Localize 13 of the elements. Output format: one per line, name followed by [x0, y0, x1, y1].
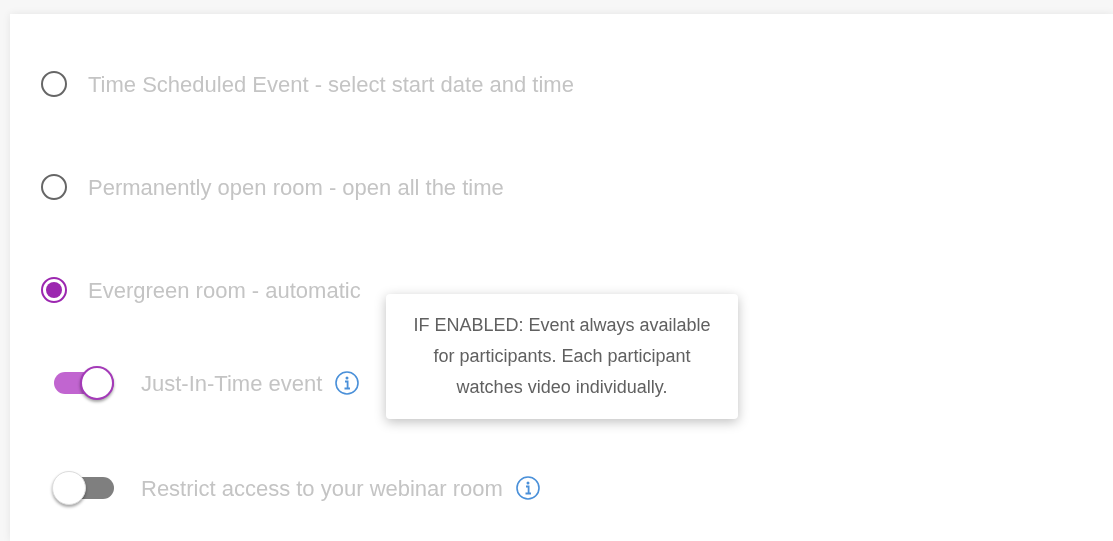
toggle-label: Restrict access to your webinar room — [141, 474, 503, 503]
radio-button[interactable] — [41, 174, 67, 200]
radio-button[interactable] — [41, 71, 67, 97]
option-label: Permanently open room - open all the time — [88, 173, 504, 202]
toggle-switch[interactable] — [52, 366, 114, 400]
toggle-switch[interactable] — [52, 471, 114, 505]
radio-button[interactable] — [41, 277, 67, 303]
option-label: Evergreen room - automatic — [88, 276, 361, 305]
info-icon[interactable] — [335, 371, 360, 395]
toggle-label: Just-In-Time event — [141, 369, 323, 398]
option-label: Time Scheduled Event - select start date and time — [88, 70, 574, 99]
tooltip: IF ENABLED: Event always available for participants. Each participant watches video individually. — [386, 294, 738, 419]
info-icon[interactable] — [515, 476, 540, 500]
